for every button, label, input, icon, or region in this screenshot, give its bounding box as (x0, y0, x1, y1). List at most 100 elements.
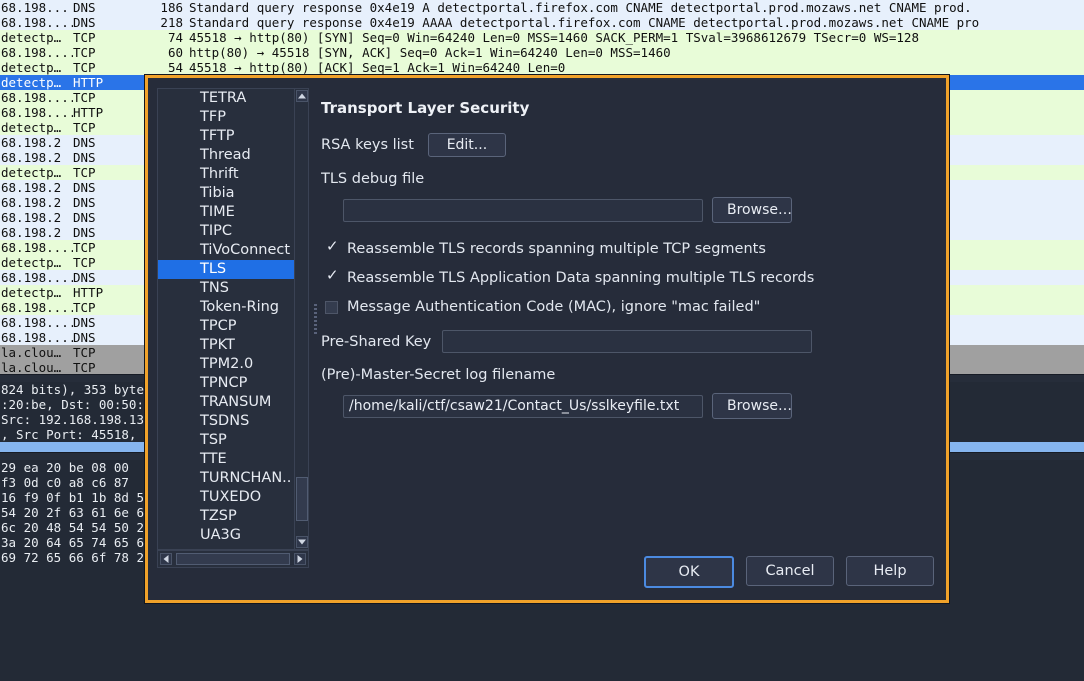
packet-row[interactable]: detectp… TCP 54 45518 → http(80) [ACK] Seq=… (0, 60, 1084, 75)
pre-shared-key-input[interactable] (442, 330, 813, 354)
reassemble-tcp-checkbox[interactable]: ✓ (325, 238, 339, 256)
protocol-list[interactable]: TETRA TFP TFTP Thread Thrift Tibia TIME TIPC TiV… (158, 89, 294, 549)
dialog-body: TETRA TFP TFTP Thread Thrift Tibia TIME TIPC TiV… (148, 78, 946, 600)
packet-source-cell: 68.198... (1, 0, 69, 15)
packet-protocol-cell: DNS (73, 15, 96, 30)
rsa-keys-list-label: RSA keys list (321, 137, 414, 154)
tls-debug-file-label: TLS debug file (321, 171, 425, 188)
packet-source-cell: 68.198.2 (1, 150, 62, 165)
packet-protocol-cell: TCP (73, 120, 96, 135)
packet-protocol-cell: TCP (73, 60, 96, 75)
packet-row[interactable]: 68.198.... TCP 60 http(80) → 45518 [SYN, AC… (0, 45, 1084, 60)
keylog-file-browse-button[interactable]: Browse… (712, 393, 792, 420)
mac-ignore-checkbox[interactable] (325, 300, 338, 314)
mac-ignore-label: Message Authentication Code (MAC), ignor… (347, 299, 761, 316)
packet-source-cell: 68.198.2 (1, 225, 62, 240)
scroll-up-arrow-icon[interactable] (296, 90, 308, 102)
packet-protocol-cell: TCP (73, 30, 96, 45)
packet-length-cell: 54 (167, 60, 183, 75)
packet-protocol-cell: TCP (73, 360, 96, 374)
packet-protocol-cell: HTTP (73, 285, 104, 300)
packet-source-cell: detectp… (1, 120, 62, 135)
packet-protocol-cell: TCP (73, 345, 96, 360)
packet-source-cell: detectp… (1, 165, 62, 180)
protocol-list-item[interactable]: TRANSUM (158, 393, 294, 412)
packet-protocol-cell: HTTP (73, 105, 104, 120)
protocol-list-horizontal-scrollbar[interactable] (157, 550, 309, 568)
protocol-list-item[interactable]: TPM2.0 (158, 355, 294, 374)
keylog-file-input[interactable]: /home/kali/ctf/csaw21/Contact_Us/sslkeyf… (343, 394, 703, 418)
packet-source-cell: detectp… (1, 285, 62, 300)
cancel-button[interactable]: Cancel (746, 556, 834, 586)
packet-protocol-cell: DNS (73, 270, 96, 285)
packet-source-cell: detectp… (1, 30, 62, 45)
protocol-list-item[interactable]: TLS (158, 260, 294, 279)
protocol-list-item[interactable]: Tibia (158, 184, 294, 203)
packet-source-cell: la.clou… (1, 345, 62, 360)
protocol-list-horizontal-scrollbar-wrap[interactable] (157, 550, 309, 568)
packet-source-cell: 68.198.2 (1, 195, 62, 210)
reassemble-appdata-checkbox-row[interactable]: ✓ Reassemble TLS Application Data spanni… (321, 267, 936, 286)
vertical-scrollbar-thumb[interactable] (296, 477, 308, 521)
tls-debug-file-browse-button[interactable]: Browse… (712, 197, 792, 224)
dialog-splitter-handle[interactable] (311, 88, 321, 550)
reassemble-appdata-checkbox[interactable]: ✓ (325, 267, 339, 285)
rsa-keys-edit-button[interactable]: Edit... (427, 133, 506, 158)
mac-ignore-checkbox-row[interactable]: Message Authentication Code (MAC), ignor… (321, 299, 936, 315)
protocol-list-item[interactable]: TFP (158, 108, 294, 127)
scroll-down-arrow-icon[interactable] (296, 536, 308, 548)
protocol-list-item[interactable]: TiVoConnect (158, 241, 294, 260)
reassemble-tcp-label: Reassemble TLS records spanning multiple… (347, 241, 766, 258)
packet-source-cell: 68.198.2 (1, 135, 62, 150)
protocol-list-vertical-scrollbar[interactable] (294, 89, 308, 549)
packet-source-cell: 68.198.... (1, 315, 73, 330)
tls-debug-file-input[interactable] (343, 198, 703, 222)
keylog-file-row: (Pre)-Master-Secret log filename /home/k… (321, 367, 936, 420)
ok-button[interactable]: OK (644, 556, 734, 588)
protocol-list-item[interactable]: TIPC (158, 222, 294, 241)
protocol-list-item[interactable]: TSDNS (158, 412, 294, 431)
help-button[interactable]: Help (846, 556, 934, 586)
packet-source-cell: detectp… (1, 60, 62, 75)
packet-protocol-cell: TCP (73, 255, 96, 270)
protocol-list-item[interactable]: TPNCP (158, 374, 294, 393)
splitter-grip-icon (314, 304, 317, 334)
protocol-list-item[interactable]: UA3G (158, 526, 294, 545)
packet-row[interactable]: detectp… TCP 74 45518 → http(80) [SYN] Seq=… (0, 30, 1084, 45)
protocol-list-item[interactable]: Thread (158, 146, 294, 165)
scroll-left-arrow-icon[interactable] (160, 553, 172, 565)
protocol-list-item[interactable]: TUXEDO (158, 488, 294, 507)
protocol-list-item[interactable]: TPKT (158, 336, 294, 355)
packet-info-cell: http(80) → 45518 [SYN, ACK] Seq=0 Ack=1 … (189, 45, 671, 60)
reassemble-tcp-checkbox-row[interactable]: ✓ Reassemble TLS records spanning multip… (321, 238, 936, 258)
packet-source-cell: 68.198.... (1, 240, 73, 255)
packet-length-cell: 218 (160, 15, 183, 30)
pre-shared-key-label: Pre-Shared Key (321, 333, 432, 350)
packet-length-cell: 60 (167, 45, 183, 60)
packet-row[interactable]: 68.198... DNS 186 Standard query response 0… (0, 0, 1084, 15)
packet-length-cell: 186 (160, 0, 183, 15)
packet-source-cell: 68.198.... (1, 270, 73, 285)
protocol-list-item[interactable]: TIME (158, 203, 294, 222)
protocol-list-item[interactable]: TTE (158, 450, 294, 469)
packet-protocol-cell: TCP (73, 45, 96, 60)
packet-protocol-cell: DNS (73, 225, 96, 240)
packet-protocol-cell: DNS (73, 210, 96, 225)
horizontal-scrollbar-thumb[interactable] (176, 553, 290, 565)
protocol-list-item[interactable]: TFTP (158, 127, 294, 146)
protocol-list-box[interactable]: TETRA TFP TFTP Thread Thrift Tibia TIME TIPC TiV… (157, 88, 309, 550)
protocol-list-item[interactable]: TETRA (158, 89, 294, 108)
protocol-list-item[interactable]: TPCP (158, 317, 294, 336)
protocol-list-item[interactable]: Thrift (158, 165, 294, 184)
protocol-list-item[interactable]: TURNCHAN.. (158, 469, 294, 488)
protocol-list-item[interactable]: TSP (158, 431, 294, 450)
packet-source-cell: 68.198.... (1, 105, 73, 120)
tls-debug-file-row: TLS debug file Browse… (321, 171, 936, 224)
packet-source-cell: 68.198.... (1, 45, 73, 60)
packet-row[interactable]: 68.198.... DNS 218 Standard query response … (0, 15, 1084, 30)
protocol-list-item[interactable]: TZSP (158, 507, 294, 526)
protocol-list-item[interactable]: TNS (158, 279, 294, 298)
protocol-list-item[interactable]: Token-Ring (158, 298, 294, 317)
scroll-right-arrow-icon[interactable] (294, 553, 306, 565)
rsa-keys-row: RSA keys list Edit... (321, 133, 936, 158)
